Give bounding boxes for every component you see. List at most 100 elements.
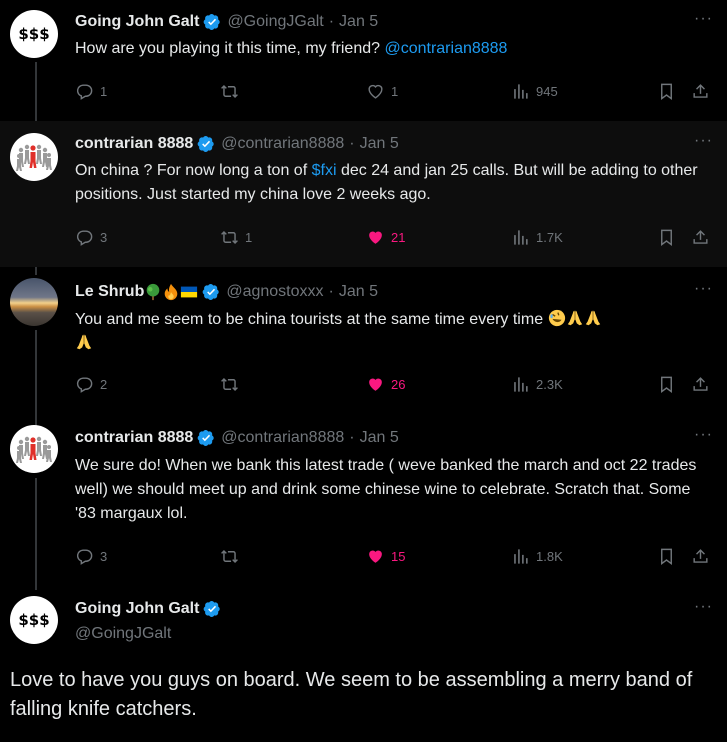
fire-emoji-icon (162, 283, 180, 301)
repost-button[interactable] (220, 375, 245, 394)
author-handle[interactable]: @contrarian8888 (221, 428, 344, 448)
share-button[interactable] (691, 82, 716, 101)
author-name[interactable]: Going John Galt (75, 12, 199, 32)
tweet-text: How are you playing it this time, my fri… (75, 37, 715, 61)
more-options-icon[interactable]: ··· (694, 132, 713, 150)
views-icon (511, 547, 530, 566)
tweet-text: Love to have you guys on board. We seem … (10, 669, 693, 720)
tweet-text-body: You and me seem to be china tourists at … (75, 311, 548, 328)
tweet-date[interactable]: Jan 5 (360, 428, 399, 448)
bookmark-button[interactable] (657, 228, 682, 247)
author-handle[interactable]: @GoingJGalt (75, 625, 171, 643)
repost-count: 1 (245, 230, 253, 245)
author-name[interactable]: Going John Galt (75, 600, 199, 618)
views-button[interactable]: 1.7K (511, 228, 563, 247)
cashtag-link[interactable]: $fxi (312, 162, 337, 179)
rofl-emoji-icon (548, 309, 566, 327)
reply-button[interactable]: 1 (75, 82, 107, 101)
ukraine-flag-icon (180, 283, 198, 301)
bookmark-button[interactable] (657, 82, 682, 101)
reply-count: 2 (100, 377, 108, 392)
tweet-header: Going John Galt @GoingJGalt · Jan 5 (75, 12, 378, 32)
reply-button[interactable]: 3 (75, 228, 107, 247)
more-options-icon[interactable]: ··· (694, 10, 713, 28)
tweet-1[interactable]: $$$ Going John Galt @GoingJGalt · Jan 5 … (0, 0, 727, 121)
reply-button[interactable]: 2 (75, 375, 107, 394)
more-options-icon[interactable]: ··· (694, 426, 713, 444)
views-button[interactable]: 1.8K (511, 547, 563, 566)
views-icon (511, 228, 530, 247)
avatar[interactable] (10, 133, 58, 181)
tweet-text: You and me seem to be china tourists at … (75, 308, 715, 356)
repost-icon (220, 82, 239, 101)
repost-button[interactable] (220, 82, 245, 101)
avatar[interactable]: $$$ (10, 10, 58, 58)
like-count: 26 (391, 377, 406, 392)
repost-button[interactable]: 1 (220, 228, 252, 247)
avatar[interactable]: $$$ (10, 596, 58, 644)
like-button[interactable]: 15 (366, 547, 405, 566)
bookmark-icon (657, 82, 676, 101)
views-icon (511, 82, 530, 101)
avatar[interactable] (10, 278, 58, 326)
bookmark-icon (657, 375, 676, 394)
heart-filled-icon (366, 547, 385, 566)
reply-button[interactable]: 3 (75, 547, 107, 566)
views-button[interactable]: 2.3K (511, 375, 563, 394)
view-count: 2.3K (536, 377, 563, 392)
reply-icon (75, 547, 94, 566)
more-options-icon[interactable]: ··· (694, 598, 713, 616)
tweet-2[interactable]: contrarian 8888 @contrarian8888 · Jan 5 … (0, 121, 727, 267)
more-options-icon[interactable]: ··· (694, 280, 713, 298)
bookmark-button[interactable] (657, 375, 682, 394)
tweet-header: contrarian 8888 @contrarian8888 · Jan 5 (75, 134, 399, 154)
like-count: 1 (391, 84, 399, 99)
tweet-header: Le Shrub @agnostoxxx · Jan 5 (75, 282, 378, 302)
like-button[interactable]: 26 (366, 375, 405, 394)
reply-icon (75, 228, 94, 247)
tweet-date[interactable]: Jan 5 (339, 12, 378, 32)
separator-dot: · (349, 135, 355, 152)
bookmark-button[interactable] (657, 547, 682, 566)
author-handle[interactable]: @contrarian8888 (221, 134, 344, 154)
verified-badge-icon (197, 135, 215, 153)
tweet-3[interactable]: Le Shrub @agnostoxxx · Jan 5 ··· You and… (0, 267, 727, 414)
reply-count: 3 (100, 230, 108, 245)
separator-dot: · (349, 429, 355, 446)
heart-filled-icon (366, 375, 385, 394)
tweet-header: Going John Galt (75, 600, 227, 618)
share-icon (691, 228, 710, 247)
author-name[interactable]: contrarian 8888 (75, 134, 193, 154)
author-handle[interactable]: @agnostoxxx (226, 282, 323, 302)
like-count: 15 (391, 549, 406, 564)
view-count: 945 (536, 84, 558, 99)
like-button[interactable]: 21 (366, 228, 405, 247)
tweet-4[interactable]: contrarian 8888 @contrarian8888 · Jan 5 … (0, 414, 727, 586)
verified-badge-icon (202, 283, 220, 301)
share-button[interactable] (691, 228, 716, 247)
reply-icon (75, 82, 94, 101)
share-button[interactable] (691, 375, 716, 394)
tweet-date[interactable]: Jan 5 (360, 134, 399, 154)
people-icon (10, 425, 58, 473)
author-name[interactable]: contrarian 8888 (75, 428, 193, 448)
mention-link[interactable]: @contrarian8888 (384, 40, 507, 57)
share-button[interactable] (691, 547, 716, 566)
views-button[interactable]: 945 (511, 82, 558, 101)
verified-badge-icon (197, 429, 215, 447)
separator-dot: · (328, 283, 334, 300)
heart-filled-icon (366, 228, 385, 247)
views-icon (511, 375, 530, 394)
people-icon (10, 133, 58, 181)
action-bar: 3 15 1.8K (75, 547, 715, 567)
avatar[interactable] (10, 425, 58, 473)
tweet-date[interactable]: Jan 5 (339, 282, 378, 302)
bookmark-icon (657, 547, 676, 566)
author-handle[interactable]: @GoingJGalt (227, 12, 323, 32)
repost-button[interactable] (220, 547, 245, 566)
view-count: 1.7K (536, 230, 563, 245)
like-button[interactable]: 1 (366, 82, 398, 101)
bookmark-icon (657, 228, 676, 247)
author-name[interactable]: Le Shrub (75, 282, 144, 302)
tweet-header: contrarian 8888 @contrarian8888 · Jan 5 (75, 428, 399, 448)
